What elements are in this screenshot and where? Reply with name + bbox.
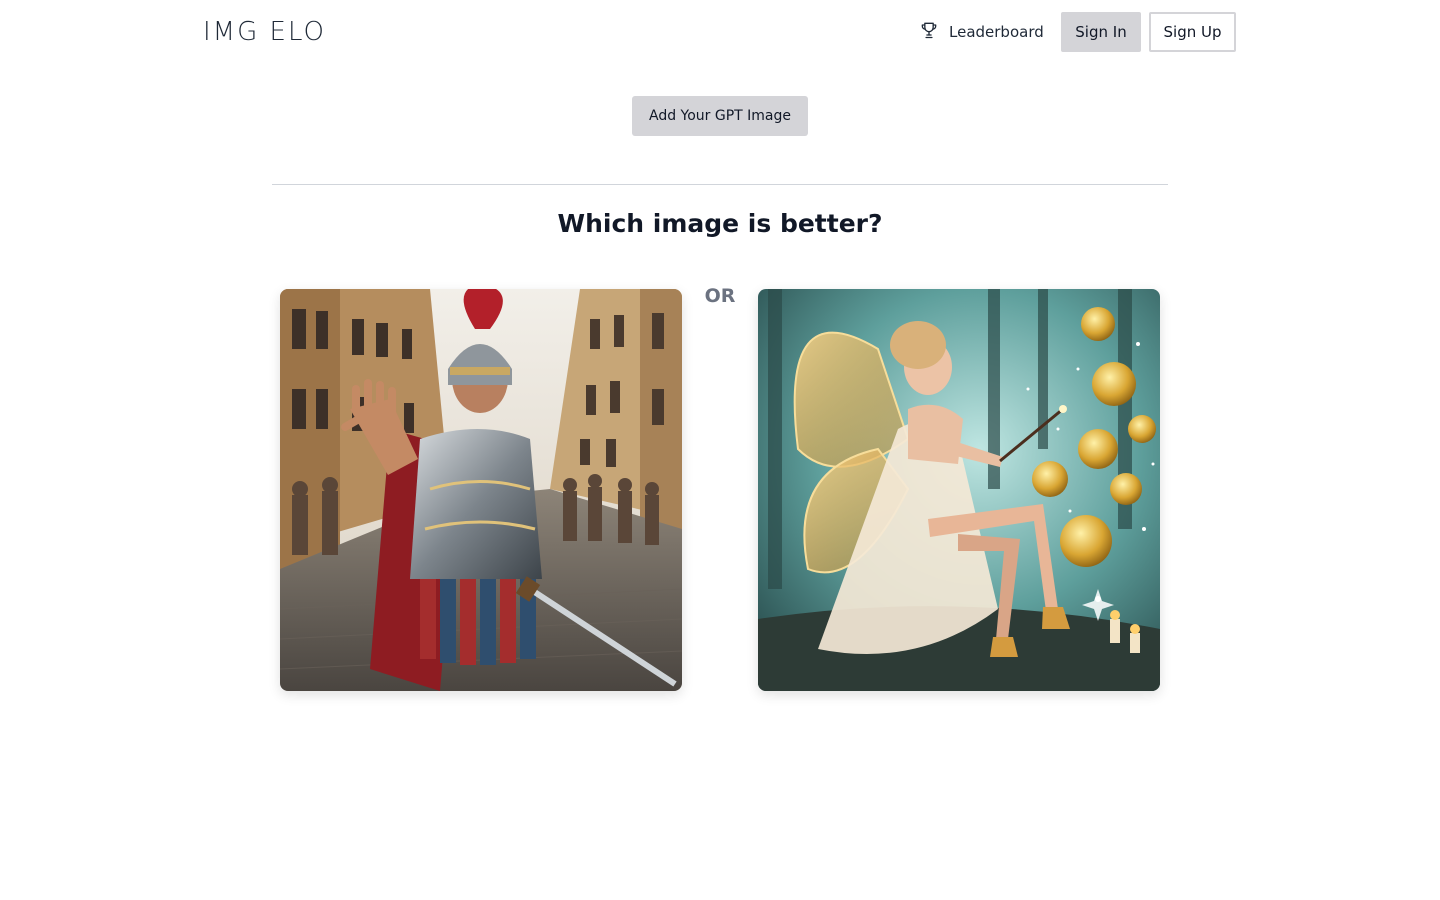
roman-centurion-image	[280, 289, 682, 691]
fairy-coins-image	[758, 289, 1160, 691]
site-logo[interactable]: IMG ELO	[203, 16, 326, 48]
leaderboard-link[interactable]: Leaderboard	[919, 20, 1044, 44]
section-divider	[272, 184, 1168, 185]
comparison-question: Which image is better?	[557, 209, 883, 238]
add-gpt-image-button[interactable]: Add Your GPT Image	[632, 96, 808, 136]
sign-up-button[interactable]: Sign Up	[1149, 12, 1236, 52]
left-image-option[interactable]	[280, 289, 682, 691]
or-separator: OR	[704, 285, 736, 307]
top-navbar: IMG ELO Leaderboard Sign In Sign Up	[0, 0, 1440, 64]
leaderboard-label: Leaderboard	[949, 23, 1044, 41]
sign-in-button[interactable]: Sign In	[1061, 12, 1141, 52]
trophy-icon	[919, 20, 939, 44]
right-image-option[interactable]	[758, 289, 1160, 691]
